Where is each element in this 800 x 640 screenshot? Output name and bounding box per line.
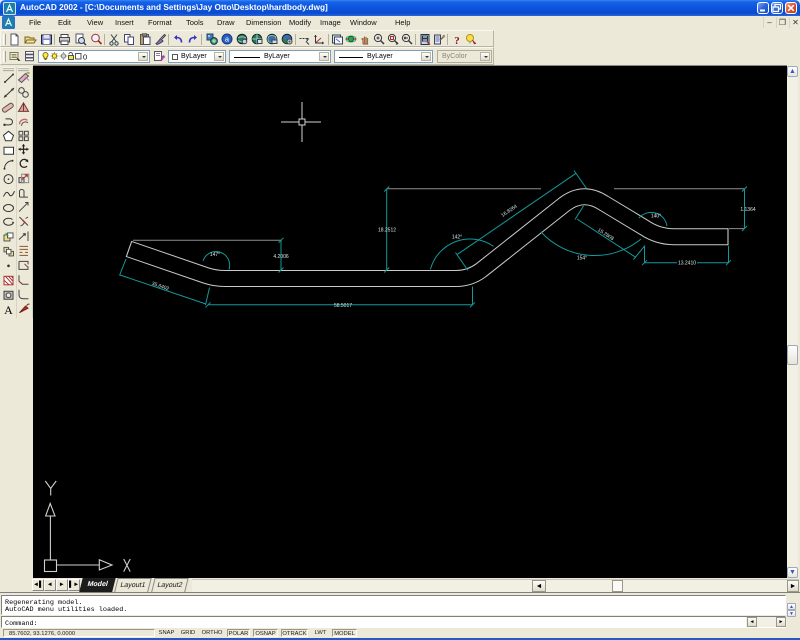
svg-text:147°: 147° (210, 252, 220, 258)
svg-text:A: A (4, 303, 13, 317)
svg-text:58.5017: 58.5017 (334, 303, 352, 309)
svg-text:35.6402: 35.6402 (151, 281, 170, 293)
svg-text:0: 0 (83, 52, 87, 61)
svg-text:18.2512: 18.2512 (378, 228, 396, 234)
svg-text:16.8264: 16.8264 (500, 203, 518, 218)
svg-text:154°: 154° (577, 256, 587, 262)
svg-text:1.1364: 1.1364 (740, 207, 756, 213)
svg-text:15.2808: 15.2808 (596, 227, 615, 242)
svg-text:4.2006: 4.2006 (273, 254, 289, 260)
svg-text:142°: 142° (452, 235, 462, 241)
svg-text:140°: 140° (651, 214, 661, 220)
svg-text:13.2410: 13.2410 (678, 261, 696, 267)
svg-text:?: ? (454, 35, 460, 47)
